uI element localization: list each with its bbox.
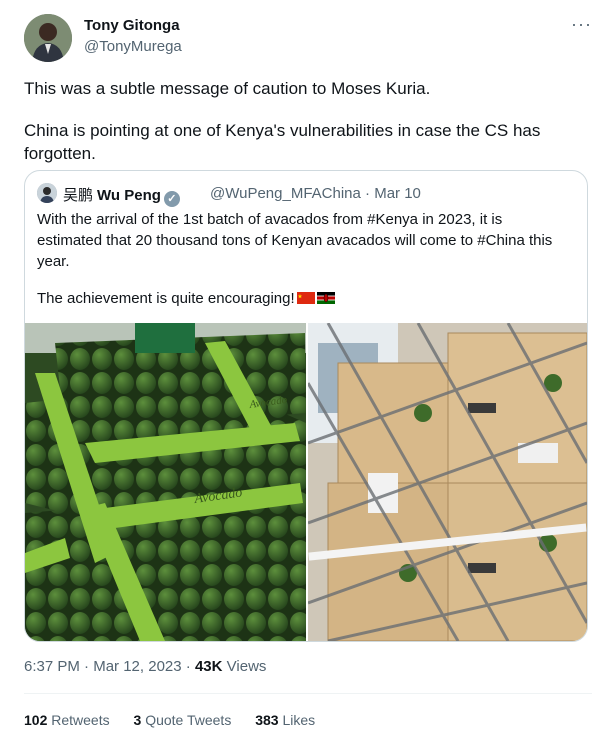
- quoted-date[interactable]: Mar 10: [374, 185, 421, 202]
- quoted-handle[interactable]: @WuPeng_MFAChina: [210, 185, 361, 202]
- tweet-paragraph-2-line-2: forgotten.: [24, 144, 96, 163]
- meta-separator-1: ·: [84, 658, 90, 675]
- quoted-avatar[interactable]: [37, 183, 57, 203]
- kenya-flag-icon: [316, 292, 335, 304]
- retweets-label: Retweets: [51, 712, 110, 728]
- quoted-tweet[interactable]: 吴鹏 Wu Peng ✓ @WuPeng_MFAChina · Mar 10 Wit…: [24, 170, 588, 642]
- avocado-boxes-image[interactable]: Avocado Avocado: [25, 323, 306, 641]
- tweet-paragraph-2-line-1: China is pointing at one of Kenya's vuln…: [24, 121, 541, 140]
- tweet-time[interactable]: 6:37 PM: [24, 658, 80, 675]
- tweet-date[interactable]: Mar 12, 2023: [93, 658, 181, 675]
- shipping-cartons-image[interactable]: [308, 323, 587, 641]
- quoted-meta: @WuPeng_MFAChina · Mar 10: [210, 185, 421, 202]
- quote-tweets-link[interactable]: 3 Quote Tweets: [134, 712, 232, 728]
- quotes-count: 3: [133, 712, 142, 728]
- quoted-line-4-wrap: The achievement is quite encouraging!: [37, 288, 577, 309]
- views-label: Views: [226, 658, 267, 675]
- author-avatar[interactable]: [24, 14, 72, 62]
- author-handle[interactable]: @TonyMurega: [84, 38, 182, 55]
- quoted-line-4: The achievement is quite encouraging!: [37, 290, 295, 307]
- china-flag-icon: [296, 292, 315, 304]
- engagement-stats: 102 Retweets 3 Quote Tweets 383 Likes: [24, 712, 335, 728]
- quoted-line-1: With the arrival of the 1st batch of ava…: [37, 211, 503, 228]
- retweets-count: 102: [24, 712, 48, 728]
- quoted-line-2: estimated that 20 thousand tons of Kenya…: [37, 232, 553, 249]
- divider: [24, 693, 592, 694]
- meta-separator-2: ·: [185, 658, 191, 675]
- verified-badge-icon: ✓: [163, 191, 180, 207]
- likes-count: 383: [255, 712, 279, 728]
- views-count: 43K: [194, 658, 223, 675]
- quotes-label: Quote Tweets: [145, 712, 232, 728]
- quoted-name-cn: 吴鹏: [63, 187, 94, 204]
- quoted-name[interactable]: 吴鹏 Wu Peng ✓: [63, 184, 180, 207]
- quoted-line-3: year.: [37, 253, 70, 270]
- more-options-icon[interactable]: ···: [571, 14, 592, 35]
- quoted-separator: ·: [365, 185, 371, 202]
- likes-label: Likes: [282, 712, 316, 728]
- retweets-link[interactable]: 102 Retweets: [24, 712, 110, 728]
- tweet-paragraph-1: This was a subtle message of caution to …: [24, 79, 431, 98]
- likes-link[interactable]: 383 Likes: [255, 712, 315, 728]
- quoted-name-en: Wu Peng: [97, 187, 161, 204]
- author-name[interactable]: Tony Gitonga: [84, 17, 180, 34]
- tweet-timestamp[interactable]: 6:37 PM · Mar 12, 2023 · 43K Views: [24, 658, 266, 675]
